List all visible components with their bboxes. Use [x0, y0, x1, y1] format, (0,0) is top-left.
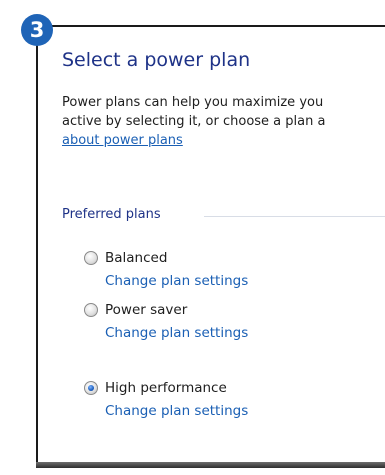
power-saver-change-plan-settings-link[interactable]: Change plan settings	[105, 325, 248, 341]
description-line-1: Power plans can help you maximize you	[62, 95, 324, 110]
plan-high-performance: High performance Change plan settings	[84, 378, 248, 419]
plan-name-power-saver[interactable]: Power saver	[105, 302, 187, 318]
plan-power-saver: Power saver Change plan settings	[84, 300, 248, 341]
page-title: Select a power plan	[62, 49, 251, 71]
power-options-window: Select a power plan Power plans can help…	[36, 25, 385, 465]
balanced-radio-button[interactable]	[84, 251, 98, 265]
description-text: Power plans can help you maximize you ac…	[62, 93, 385, 131]
balanced-change-plan-settings-link[interactable]: Change plan settings	[105, 273, 248, 289]
about-power-plans-link[interactable]: about power plans	[62, 131, 183, 150]
plan-name-balanced[interactable]: Balanced	[105, 250, 167, 266]
section-divider	[204, 216, 385, 217]
high-performance-radio-button[interactable]	[84, 381, 98, 395]
description-line-2: active by selecting it, or choose a plan…	[62, 114, 326, 129]
power-saver-radio-button[interactable]	[84, 303, 98, 317]
high-performance-change-plan-settings-link[interactable]: Change plan settings	[105, 403, 248, 419]
plan-balanced: Balanced Change plan settings	[84, 248, 248, 289]
window-bottom-edge	[36, 462, 385, 468]
preferred-plans-header: Preferred plans	[62, 207, 161, 222]
plan-name-high-performance[interactable]: High performance	[105, 380, 227, 396]
step-number-badge: 3	[21, 14, 53, 46]
